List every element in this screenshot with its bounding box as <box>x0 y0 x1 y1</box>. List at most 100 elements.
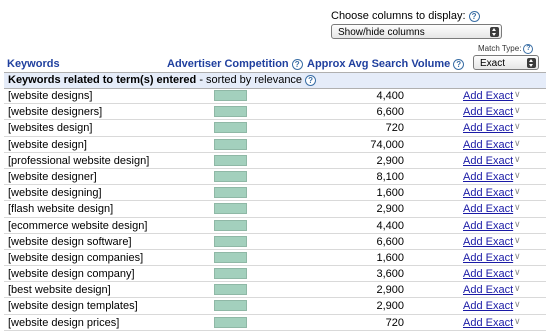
table-row: [flash website design] 2,900 Add Exact ∨ <box>4 201 546 218</box>
add-exact-link[interactable]: Add Exact <box>463 90 513 102</box>
competition-bar <box>214 106 247 118</box>
chevron-down-icon[interactable]: ∨ <box>514 121 521 132</box>
table-row: [best website design] 2,900 Add Exact ∨ <box>4 282 546 299</box>
table-row: [website design software] 6,600 Add Exact ∨ <box>4 234 546 250</box>
table-row: [professional website design] 2,900 Add Ex… <box>4 153 546 169</box>
help-icon[interactable]: ? <box>453 58 465 70</box>
column-header-volume[interactable]: Approx Avg Search Volume? <box>307 58 465 70</box>
search-volume: 720 <box>385 122 404 135</box>
add-exact-link[interactable]: Add Exact <box>463 203 513 215</box>
search-volume: 74,000 <box>370 138 404 151</box>
search-volume: 8,100 <box>376 170 404 183</box>
keyword-text: [website designer] <box>8 170 97 183</box>
chevron-down-icon[interactable]: ∨ <box>514 138 521 149</box>
match-type-select[interactable]: Exact <box>473 55 539 70</box>
add-exact-link[interactable]: Add Exact <box>463 171 513 183</box>
competition-bar <box>214 219 247 231</box>
add-exact-link[interactable]: Add Exact <box>463 139 513 151</box>
help-icon[interactable]: ? <box>468 10 480 22</box>
chevron-down-icon[interactable]: ∨ <box>514 299 521 310</box>
help-icon[interactable]: ? <box>523 44 534 54</box>
chevron-down-icon[interactable]: ∨ <box>514 89 521 100</box>
search-volume: 2,900 <box>376 284 404 297</box>
chevron-down-icon[interactable]: ∨ <box>514 283 521 294</box>
add-exact-link[interactable]: Add Exact <box>463 187 513 199</box>
add-exact-link[interactable]: Add Exact <box>463 220 513 232</box>
table-row: [website design companies] 1,600 Add Exact… <box>4 250 546 267</box>
search-volume: 1,600 <box>376 187 404 200</box>
competition-bar <box>214 187 247 199</box>
chevron-down-icon[interactable]: ∨ <box>514 170 521 181</box>
help-icon[interactable]: ? <box>305 74 317 86</box>
competition-bar <box>214 138 247 150</box>
help-icon[interactable]: ? <box>291 58 303 70</box>
keyword-text: [website design] <box>8 138 87 151</box>
add-exact-link[interactable]: Add Exact <box>463 236 513 248</box>
competition-bar <box>214 203 247 215</box>
add-exact-link[interactable]: Add Exact <box>463 317 513 329</box>
chevron-down-icon[interactable]: ∨ <box>514 186 521 197</box>
competition-bar <box>214 268 247 280</box>
add-exact-link[interactable]: Add Exact <box>463 122 513 134</box>
add-exact-link[interactable]: Add Exact <box>463 155 513 167</box>
keyword-text: [website designers] <box>8 106 103 119</box>
keyword-text: [website design templates] <box>8 300 138 313</box>
competition-bar <box>214 154 247 166</box>
search-volume: 6,600 <box>376 235 404 248</box>
competition-bar <box>214 122 247 134</box>
table-row: [website designer] 8,100 Add Exact ∨ <box>4 169 546 186</box>
add-exact-link[interactable]: Add Exact <box>463 268 513 280</box>
keyword-table: [website designs] 4,400 Add Exact ∨ [website… <box>4 88 546 331</box>
select-arrows-icon <box>527 58 536 68</box>
add-exact-link[interactable]: Add Exact <box>463 252 513 264</box>
column-header-keywords[interactable]: Keywords <box>7 58 60 70</box>
table-row: [website designers] 6,600 Add Exact ∨ <box>4 104 546 121</box>
keyword-text: [website design company] <box>8 268 135 281</box>
chevron-down-icon[interactable]: ∨ <box>514 219 521 230</box>
competition-bar <box>214 251 247 263</box>
chevron-down-icon[interactable]: ∨ <box>514 105 521 116</box>
competition-bar <box>214 90 247 101</box>
search-volume: 2,900 <box>376 300 404 313</box>
search-volume: 3,600 <box>376 268 404 281</box>
chevron-down-icon[interactable]: ∨ <box>514 267 521 278</box>
keyword-text: [flash website design] <box>8 203 114 216</box>
chevron-down-icon[interactable]: ∨ <box>514 202 521 213</box>
chevron-down-icon[interactable]: ∨ <box>514 235 521 246</box>
search-volume: 2,900 <box>376 154 404 167</box>
add-exact-link[interactable]: Add Exact <box>463 284 513 296</box>
search-volume: 6,600 <box>376 106 404 119</box>
add-exact-link[interactable]: Add Exact <box>463 106 513 118</box>
keyword-text: [website design prices] <box>8 316 120 329</box>
keyword-text: [best website design] <box>8 284 111 297</box>
choose-columns-label: Choose columns to display:? <box>331 10 480 22</box>
keyword-text: [website design software] <box>8 235 132 248</box>
keyword-text: [website designing] <box>8 187 102 200</box>
chevron-down-icon[interactable]: ∨ <box>514 154 521 165</box>
keyword-text: [professional website design] <box>8 154 150 167</box>
chevron-down-icon[interactable]: ∨ <box>514 316 521 327</box>
add-exact-link[interactable]: Add Exact <box>463 300 513 312</box>
table-row: [website design company] 3,600 Add Exact ∨ <box>4 266 546 283</box>
keyword-text: [website designs] <box>8 90 93 102</box>
competition-bar <box>214 235 247 247</box>
search-volume: 4,400 <box>376 219 404 232</box>
table-row: [website designing] 1,600 Add Exact ∨ <box>4 185 546 202</box>
match-type-label: Match Type:? <box>478 44 534 54</box>
competition-bar <box>214 284 247 296</box>
table-row: [website design templates] 2,900 Add Exact… <box>4 298 546 315</box>
search-volume: 720 <box>385 316 404 329</box>
keyword-text: [ecommerce website design] <box>8 219 148 232</box>
competition-bar <box>214 170 247 182</box>
search-volume: 2,900 <box>376 203 404 216</box>
column-header-competition[interactable]: Advertiser Competition? <box>167 58 303 70</box>
competition-bar <box>214 316 247 328</box>
table-row: [website design] 74,000 Add Exact ∨ <box>4 137 546 153</box>
table-row: [website designs] 4,400 Add Exact ∨ <box>4 88 546 105</box>
table-row: [websites design] 720 Add Exact ∨ <box>4 120 546 137</box>
table-row: [ecommerce website design] 4,400 Add Exact… <box>4 218 546 234</box>
chevron-down-icon[interactable]: ∨ <box>514 251 521 262</box>
competition-bar <box>214 300 247 312</box>
columns-select[interactable]: Show/hide columns <box>331 24 502 39</box>
table-row: [website design prices] 720 Add Exact ∨ <box>4 315 546 331</box>
